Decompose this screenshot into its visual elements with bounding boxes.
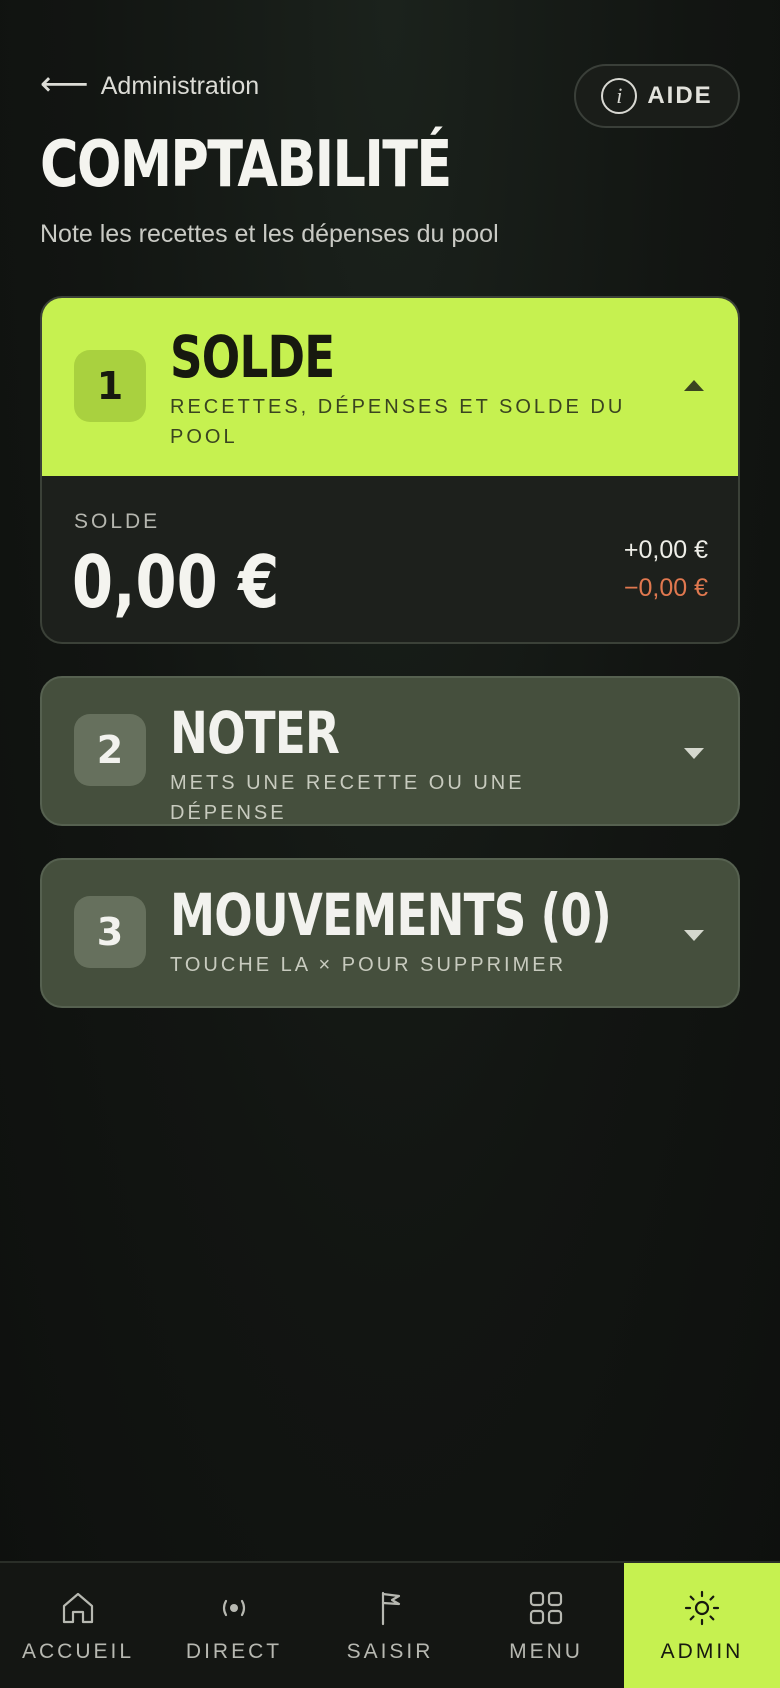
nav-label: DIRECT (185, 1639, 283, 1663)
section-title: NOTER (170, 699, 340, 767)
home-icon (62, 1592, 94, 1623)
page-header: ⟵ Administration i AIDE COMPTABILITÉ Not… (40, 60, 740, 249)
add-entry-section-header[interactable]: 2 NOTER METS UNE RECETTE OU UNE DÉPENSE (42, 678, 738, 824)
grid-icon (529, 1591, 563, 1624)
nav-label: ACCUEIL (21, 1639, 135, 1663)
chevron-down-icon (684, 748, 704, 759)
expense-total: −0,00 € (623, 574, 708, 602)
nav-item-accueil[interactable]: ACCUEIL (0, 1563, 156, 1688)
back-arrow-icon: ⟵ (40, 65, 89, 103)
page-title: COMPTABILITÉ (40, 128, 452, 202)
sun-icon (684, 1590, 720, 1625)
help-button-label: AIDE (647, 82, 713, 109)
back-link-label: Administration (100, 71, 260, 100)
nav-item-direct[interactable]: DIRECT (156, 1563, 312, 1688)
add-entry-section: 2 NOTER METS UNE RECETTE OU UNE DÉPENSE (40, 676, 740, 826)
flag-icon (381, 1591, 401, 1625)
section-title: MOUVEMENTS (0) (170, 881, 612, 949)
step-badge: 3 (74, 896, 146, 968)
nav-item-admin[interactable]: ADMIN (624, 1563, 780, 1688)
nav-label: MENU (509, 1639, 583, 1663)
info-icon: i (601, 78, 638, 114)
balance-section-header[interactable]: 1 SOLDE RECETTES, DÉPENSES ET SOLDE DU P… (42, 298, 738, 476)
section-heading: NOTER METS UNE RECETTE OU UNE DÉPENSE (170, 699, 628, 824)
section-heading: SOLDE RECETTES, DÉPENSES ET SOLDE DU POO… (170, 328, 628, 452)
section-subtitle: RECETTES, DÉPENSES ET SOLDE DU POOL (170, 396, 626, 448)
section-heading: MOUVEMENTS (0) TOUCHE LA × POUR SUPPRIME… (170, 886, 628, 980)
nav-label: SAISIR (346, 1639, 434, 1663)
nav-item-saisir[interactable]: SAISIR (312, 1563, 468, 1688)
help-button[interactable]: i AIDE (574, 64, 740, 128)
balance-value: 0,00 € (72, 540, 280, 624)
page-subtitle: Note les recettes et les dépenses du poo… (40, 220, 499, 248)
chevron-up-icon (684, 380, 704, 391)
income-total: +0,00 € (623, 536, 708, 564)
step-badge: 1 (74, 350, 146, 422)
balance-summary: SOLDE 0,00 € +0,00 € −0,00 € (42, 476, 738, 642)
chevron-down-icon (684, 930, 704, 941)
balance-section: 1 SOLDE RECETTES, DÉPENSES ET SOLDE DU P… (40, 296, 740, 644)
nav-label: ADMIN (660, 1639, 744, 1663)
bottom-nav: ACCUEIL DIRECT SAISIR MENU ADMIN (0, 1561, 780, 1688)
section-subtitle: METS UNE RECETTE OU UNE DÉPENSE (170, 772, 525, 824)
section-title: SOLDE (170, 323, 335, 391)
movements-section: 3 MOUVEMENTS (0) TOUCHE LA × POUR SUPPRI… (40, 858, 740, 1008)
movements-section-header[interactable]: 3 MOUVEMENTS (0) TOUCHE LA × POUR SUPPRI… (42, 860, 738, 1006)
broadcast-icon (222, 1599, 246, 1616)
nav-item-menu[interactable]: MENU (468, 1563, 624, 1688)
step-badge: 2 (74, 714, 146, 786)
section-subtitle: TOUCHE LA × POUR SUPPRIMER (170, 954, 567, 976)
balance-label: SOLDE (74, 510, 161, 533)
